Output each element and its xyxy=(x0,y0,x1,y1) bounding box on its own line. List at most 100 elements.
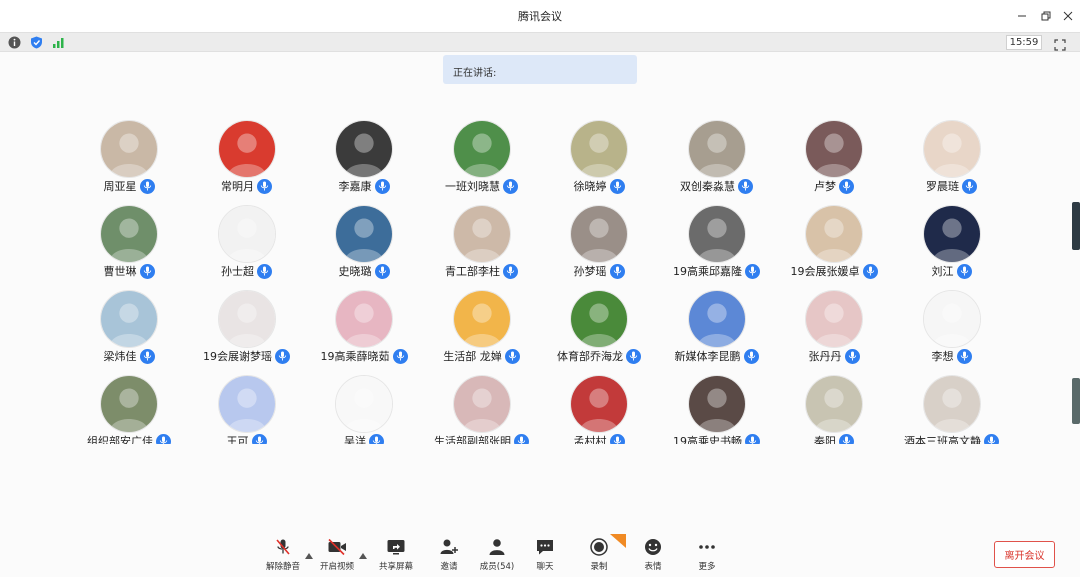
participant-tile[interactable]: 19会展张媛卓 xyxy=(775,201,893,286)
members-button[interactable]: 成员(54) xyxy=(472,538,522,574)
unmute-button[interactable]: 解除静音 xyxy=(258,538,308,574)
mic-icon xyxy=(504,348,520,364)
participant-tile[interactable]: 一班刘晓慧 xyxy=(423,116,541,201)
start-video-button[interactable]: 开启视频 xyxy=(312,538,362,574)
mic-icon xyxy=(745,263,760,279)
avatar xyxy=(570,290,628,348)
mic-icon xyxy=(139,348,155,364)
mic-icon xyxy=(503,178,518,194)
avatar xyxy=(100,120,158,178)
mic-icon xyxy=(839,433,854,444)
meeting-window: 腾讯会议 15:59 正在讲话: 周亚星 常明月 李嘉康 一班刘晓慧 徐晓婷 双创秦淼慧 卢… xyxy=(0,0,1080,577)
participant-name-row: 19高乘邱嘉隆 xyxy=(658,263,776,279)
participant-name: 孙士超 xyxy=(221,265,254,278)
participant-name-row: 19高乘薛晓茹 xyxy=(305,348,423,364)
avatar xyxy=(100,290,158,348)
close-icon[interactable] xyxy=(1058,6,1078,26)
participant-name: 19高乘邱嘉隆 xyxy=(673,265,742,278)
participant-name: 体育部乔海龙 xyxy=(557,350,623,363)
share-screen-button[interactable]: 共享屏幕 xyxy=(371,538,421,574)
side-scroll-handle-lower[interactable] xyxy=(1072,378,1080,424)
restore-icon[interactable] xyxy=(1036,6,1056,26)
participant-tile[interactable]: 罗晨琏 xyxy=(893,116,1011,201)
avatar xyxy=(335,290,393,348)
members-icon xyxy=(487,538,507,556)
participant-tile[interactable]: 周亚星 xyxy=(70,116,188,201)
avatar xyxy=(452,205,511,263)
participant-name: 秦阳 xyxy=(814,435,836,444)
participant-name-row: 王可 xyxy=(188,433,306,444)
mic-icon xyxy=(374,263,390,279)
participant-tile[interactable]: 卢梦 xyxy=(775,116,893,201)
emoji-button[interactable]: 表情 xyxy=(628,538,678,574)
minimize-icon[interactable] xyxy=(1012,6,1032,26)
participant-tile[interactable]: 青工部李柱 xyxy=(423,201,541,286)
participant-name: 酒本三班高文静 xyxy=(904,435,981,444)
chat-button[interactable]: 聊天 xyxy=(520,538,570,574)
mic-icon xyxy=(862,263,878,279)
participant-name-row: 青工部李柱 xyxy=(423,263,541,279)
participant-tile[interactable]: 孙梦瑶 xyxy=(540,201,658,286)
participant-tile[interactable]: 李嘉康 xyxy=(305,116,423,201)
participant-tile[interactable]: 体育部乔海龙 xyxy=(540,286,658,371)
participant-grid: 周亚星 常明月 李嘉康 一班刘晓慧 徐晓婷 双创秦淼慧 卢梦 罗晨琏曹世琳 孙士超 史晓璐 青工部李… xyxy=(70,116,1030,444)
participant-tile[interactable]: 刘江 xyxy=(893,201,1011,286)
video-off-icon xyxy=(327,538,347,556)
invite-button[interactable]: 邀请 xyxy=(424,538,474,574)
leave-meeting-button[interactable]: 离开会议 xyxy=(994,541,1055,568)
mic-icon xyxy=(609,263,625,279)
participant-tile[interactable]: 秦阳 xyxy=(775,371,893,444)
participant-tile[interactable]: 19高乘薛晓茹 xyxy=(305,286,423,371)
avatar xyxy=(217,205,276,263)
participant-name-row: 秦阳 xyxy=(775,433,893,444)
fullscreen-icon[interactable] xyxy=(1054,36,1068,51)
avatar xyxy=(217,290,276,348)
mic-icon xyxy=(392,348,408,364)
participant-name-row: 史晓璐 xyxy=(305,263,423,279)
participant-tile[interactable]: 新媒体李昆鹏 xyxy=(658,286,776,371)
avatar xyxy=(922,205,981,263)
info-icon[interactable] xyxy=(7,35,21,49)
more-button[interactable]: 更多 xyxy=(682,538,732,574)
participant-tile[interactable]: 孟村村 xyxy=(540,371,658,444)
participant-name-row: 张丹丹 xyxy=(775,348,893,364)
participant-name-row: 徐晓婷 xyxy=(540,178,658,194)
participant-name: 卢梦 xyxy=(814,180,836,193)
participant-tile[interactable]: 酒本三班高文静 xyxy=(893,371,1011,444)
mic-icon xyxy=(139,178,155,194)
participant-tile[interactable]: 生活部 龙婵 xyxy=(423,286,541,371)
side-scroll-handle[interactable] xyxy=(1072,202,1080,250)
avatar xyxy=(335,205,393,263)
avatar xyxy=(805,120,863,178)
participant-tile[interactable]: 李想 xyxy=(893,286,1011,371)
shield-icon[interactable] xyxy=(29,35,43,49)
participant-tile[interactable]: 19高乘邱嘉隆 xyxy=(658,201,776,286)
signal-icon[interactable] xyxy=(51,35,65,49)
status-bar: 15:59 xyxy=(0,32,1080,52)
participant-tile[interactable]: 19高乘史书畅 xyxy=(658,371,776,444)
participant-tile[interactable]: 双创秦淼慧 xyxy=(658,116,776,201)
participant-tile[interactable]: 王可 xyxy=(188,371,306,444)
participant-tile[interactable]: 组织部安广佳 xyxy=(70,371,188,444)
record-badge-icon xyxy=(610,533,626,548)
participant-tile[interactable]: 史晓璐 xyxy=(305,201,423,286)
participant-tile[interactable]: 常明月 xyxy=(188,116,306,201)
avatar xyxy=(217,120,276,178)
participant-tile[interactable]: 生活部副部张明 xyxy=(423,371,541,444)
participant-tile[interactable]: 孙士超 xyxy=(188,201,306,286)
participant-name: 组织部安广佳 xyxy=(87,435,153,444)
avatar xyxy=(570,120,628,178)
participant-tile[interactable]: 吴洋 xyxy=(305,371,423,444)
participant-tile[interactable]: 张丹丹 xyxy=(775,286,893,371)
participant-name: 张丹丹 xyxy=(808,350,842,363)
participant-name: 曹世琳 xyxy=(103,265,137,278)
video-options-caret-icon[interactable] xyxy=(359,544,369,559)
participant-tile[interactable]: 曹世琳 xyxy=(70,201,188,286)
participant-tile[interactable]: 梁炜佳 xyxy=(70,286,188,371)
share-screen-icon xyxy=(386,538,406,556)
window-title: 腾讯会议 xyxy=(518,10,562,23)
participant-tile[interactable]: 19会展谢梦瑶 xyxy=(188,286,306,371)
participant-name: 王可 xyxy=(226,435,249,444)
participant-name-row: 19会展谢梦瑶 xyxy=(188,348,306,364)
participant-tile[interactable]: 徐晓婷 xyxy=(540,116,658,201)
